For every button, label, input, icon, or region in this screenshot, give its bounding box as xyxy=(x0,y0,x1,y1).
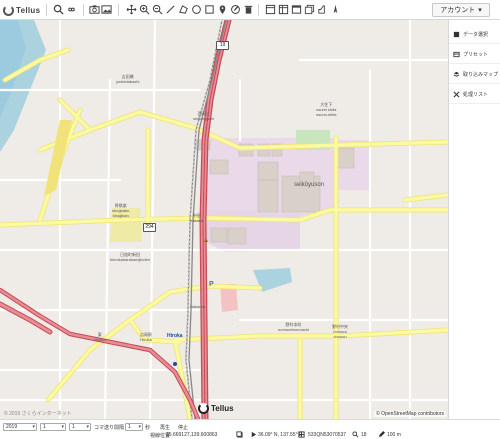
latlon-value: 36.09° N, 137.55° E xyxy=(258,432,303,438)
polygon-icon[interactable] xyxy=(178,4,189,15)
search-icon[interactable] xyxy=(352,431,359,438)
map-label-osumi-shita: 大住下 osumi shita osumi-shita xyxy=(316,102,337,117)
circle-icon[interactable] xyxy=(191,4,202,15)
app-logo[interactable]: Tellus xyxy=(3,3,40,17)
toolbar-divider xyxy=(258,4,259,16)
map-label-nomura-chuo: 野村中央 nomura chuuou xyxy=(332,324,348,339)
route-shield: 19 xyxy=(216,41,229,50)
side-item-label: 処理リスト xyxy=(463,92,489,98)
share-icon[interactable] xyxy=(317,4,328,15)
account-label: アカウント xyxy=(440,7,476,14)
layers-icon xyxy=(453,71,460,77)
app: Tellus アカウント ▾ 吉田橋 yoshidabashi 西高江 seik… xyxy=(0,0,500,439)
day-select[interactable]: 1 xyxy=(69,423,91,431)
side-item-label: 取り込みマップ xyxy=(463,72,499,78)
delete-icon[interactable] xyxy=(243,4,254,15)
image-icon[interactable] xyxy=(101,4,112,15)
map-copyright[interactable]: © OpenStreetMap contributors xyxy=(374,411,446,417)
side-item-data-select[interactable]: データ選択 xyxy=(449,26,500,44)
preset-icon xyxy=(453,51,460,58)
map-label-seikoyuson: seikōyuson xyxy=(294,182,325,188)
logo-text: Tellus xyxy=(16,5,41,15)
infinity-icon[interactable] xyxy=(66,4,77,15)
side-item-process-list[interactable]: 処理リスト xyxy=(449,86,500,104)
scale-value: 100 m xyxy=(387,432,401,438)
map-logo: Tellus xyxy=(198,403,234,414)
parking-icon: P xyxy=(209,281,214,288)
map-watermark: © 2019 さくらインターネット xyxy=(4,411,72,417)
window-icon[interactable] xyxy=(291,4,302,15)
grid-icon[interactable] xyxy=(298,431,305,438)
play-button[interactable]: 再生 xyxy=(160,424,170,431)
map-label-higashi: 東 Hiroka xyxy=(94,332,106,342)
toolbar-divider xyxy=(83,4,84,16)
play-icon[interactable] xyxy=(250,431,257,438)
toolbar-divider xyxy=(118,4,119,16)
square-icon[interactable] xyxy=(204,4,215,15)
map-label-nakada: 中田 nakada xyxy=(190,213,204,223)
side-item-import-map[interactable]: 取り込みマップ xyxy=(449,66,500,84)
logo-icon xyxy=(3,4,14,16)
route-shield: 294 xyxy=(143,223,156,232)
panel-icon[interactable] xyxy=(265,4,276,15)
frame-interval-label: コマ送り間隔 xyxy=(94,425,125,431)
layers-icon[interactable] xyxy=(304,4,315,15)
edit-icon[interactable] xyxy=(230,4,241,15)
stop-button[interactable]: 停止 xyxy=(178,424,188,431)
map-label-seikoe: 西高江 seikoeguchi xyxy=(193,111,215,121)
map-canvas[interactable] xyxy=(0,20,448,419)
map-label-hiroka: Hiroka xyxy=(167,333,183,339)
logo-icon xyxy=(198,403,209,414)
side-item-label: データ選択 xyxy=(463,32,489,38)
map-label-hiroka-stn: 広岡駅 Hiroka xyxy=(140,332,152,342)
database-icon xyxy=(453,31,460,38)
month-select[interactable]: 1 xyxy=(40,423,66,431)
copy-icon[interactable] xyxy=(236,431,243,438)
compass-icon[interactable] xyxy=(330,4,341,15)
layout-icon[interactable] xyxy=(278,4,289,15)
pencil-icon[interactable] xyxy=(378,431,385,438)
tools-icon xyxy=(453,91,460,98)
chevron-down-icon: ▾ xyxy=(478,7,482,14)
year-select[interactable]: 2019 xyxy=(3,423,37,431)
toolbar: Tellus アカウント ▾ xyxy=(0,0,500,20)
account-button[interactable]: アカウント ▾ xyxy=(432,3,490,17)
toolbar-divider xyxy=(46,4,47,16)
coord-value: 35.669127,139.600863 xyxy=(166,432,218,438)
station-marker-icon xyxy=(173,362,177,366)
pin-icon[interactable] xyxy=(217,4,228,15)
map-label-nomura-honmachi: 野村本町 nomurahonmachi xyxy=(278,322,309,332)
zoom-in-icon[interactable] xyxy=(139,4,150,15)
zoom-level-value: 18 xyxy=(361,432,367,438)
map-viewport[interactable]: 吉田橋 yoshidabashi 西高江 seikoeguchi 大住下 osumi … xyxy=(0,20,448,419)
search-icon[interactable] xyxy=(53,4,64,15)
map-logo-text: Tellus xyxy=(211,404,234,413)
line-icon[interactable] xyxy=(165,4,176,15)
map-label-shogiraku: 将棋楽 shogiraku shogikan xyxy=(112,203,130,218)
step-unit-label: 秒 xyxy=(145,425,151,431)
move-icon[interactable] xyxy=(126,4,137,15)
camera-icon[interactable] xyxy=(89,4,100,15)
side-item-preset[interactable]: プリセット xyxy=(449,46,500,64)
step-select[interactable]: 1 xyxy=(125,423,143,431)
side-panel: データ選択 プリセット 取り込みマップ 処理リスト xyxy=(448,20,500,419)
map-label-nakaura: Nakaura xyxy=(190,304,206,309)
mesh-code-value: 533QN53070537 xyxy=(308,432,347,438)
side-item-label: プリセット xyxy=(463,52,489,58)
map-label-yoshidabashi: 吉田橋 yoshidabashi xyxy=(116,74,140,84)
timeline-bar: 2019 1 1 コマ送り間隔 1 秒 再生 停止 視線位置 35.669127… xyxy=(0,419,500,439)
zoom-out-icon[interactable] xyxy=(152,4,163,15)
map-label-himoka-jinden: 日詰町新田 himokaharakamijinden xyxy=(110,252,151,262)
